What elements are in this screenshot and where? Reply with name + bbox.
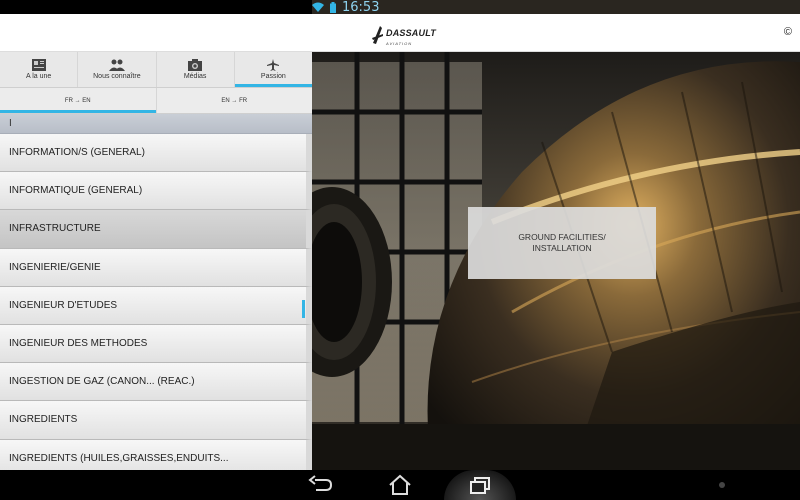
recents-button[interactable]: [466, 474, 494, 496]
battery-icon: [330, 1, 336, 13]
category-card[interactable]: GROUND FACILITIES/ INSTALLATION: [468, 207, 656, 279]
subtab-en-fr[interactable]: EN → FR: [157, 88, 313, 113]
tab-a-la-une[interactable]: A la une: [0, 52, 79, 87]
list-item[interactable]: INGREDIENTS: [0, 401, 312, 440]
list-item[interactable]: INGENIERIE/GENIE: [0, 248, 312, 287]
hero-image: GROUND FACILITIES/ INSTALLATION: [312, 52, 800, 470]
status-clock: 16:53: [342, 0, 380, 14]
copyright-button[interactable]: ©: [784, 26, 792, 38]
app-screen: 16:53 DASSAULT AVIATION © A la une Nous …: [0, 0, 800, 500]
subtab-fr-en[interactable]: FR → EN: [0, 88, 157, 113]
people-icon: [108, 59, 125, 71]
tab-medias[interactable]: Médias: [157, 52, 235, 87]
menu-dot-icon[interactable]: [719, 482, 725, 488]
airplane-icon: [267, 59, 280, 71]
system-nav-bar: [0, 470, 800, 500]
category-card-label: GROUND FACILITIES/ INSTALLATION: [518, 232, 606, 253]
back-button[interactable]: [306, 474, 334, 496]
direction-tabs: FR → EN EN → FR: [0, 88, 312, 114]
subtab-label: EN → FR: [221, 97, 248, 104]
newspaper-icon: [31, 59, 46, 71]
left-panel: A la une Nous connaître Médias Passion F…: [0, 52, 312, 470]
list-item[interactable]: INFORMATION/S (GENERAL): [0, 134, 312, 173]
app-header: DASSAULT AVIATION ©: [0, 14, 800, 52]
tab-label: A la une: [25, 73, 52, 80]
list-item[interactable]: INFORMATIQUE (GENERAL): [0, 172, 312, 211]
tab-nous-connaitre[interactable]: Nous connaître: [78, 52, 157, 87]
list-item[interactable]: INGESTION DE GAZ (CANON... (REAC.): [0, 363, 312, 402]
tab-passion[interactable]: Passion: [234, 52, 312, 87]
list-item[interactable]: INGENIEUR D'ETUDES: [0, 286, 312, 325]
letter-section-header: I: [0, 114, 312, 134]
recents-icon: [470, 477, 490, 494]
back-icon: [308, 475, 333, 491]
tab-label: Passion: [260, 73, 286, 80]
wifi-icon: [312, 2, 324, 12]
logo-sub: AVIATION: [386, 41, 413, 46]
tab-label: Nous connaître: [93, 73, 141, 80]
status-bar: 16:53: [0, 0, 800, 14]
logo-word: DASSAULT: [386, 28, 436, 38]
list-item[interactable]: INGREDIENTS (HUILES,GRAISSES,ENDUITS...: [0, 439, 312, 470]
subtab-label: FR → EN: [64, 97, 91, 104]
list-scrollbar[interactable]: [302, 300, 305, 318]
home-button[interactable]: [386, 474, 414, 496]
dassault-logo[interactable]: DASSAULT AVIATION: [372, 23, 436, 46]
main-tabs: A la une Nous connaître Médias Passion: [0, 52, 312, 88]
list-item[interactable]: INGENIEUR DES METHODES: [0, 324, 312, 364]
camera-icon: [188, 59, 203, 71]
home-icon: [389, 474, 411, 495]
tab-label: Médias: [183, 73, 207, 80]
logo-mark-icon: [372, 25, 383, 44]
list-item[interactable]: INFRASTRUCTURE: [0, 210, 312, 249]
glossary-list: INFORMATION/S (GENERAL) INFORMATIQUE (GE…: [0, 134, 312, 470]
